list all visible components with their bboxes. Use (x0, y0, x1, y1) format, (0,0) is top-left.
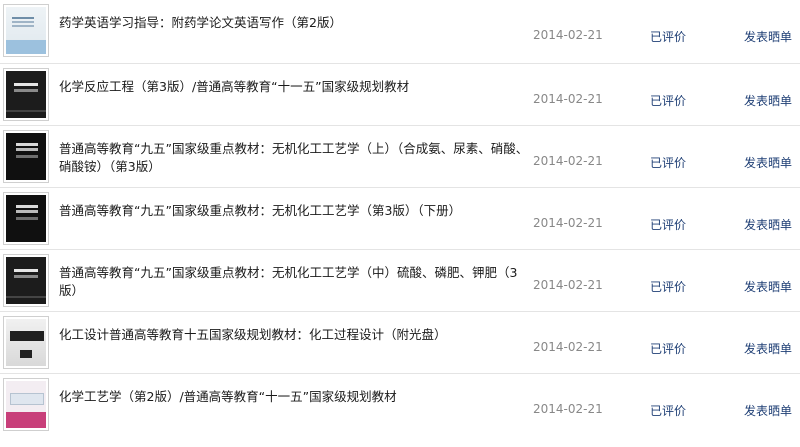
list-item: 普通高等教育“九五”国家级重点教材：无机化工工艺学（中）硫酸、磷肥、钾肥（3版）… (0, 250, 800, 312)
post-review-button[interactable]: 发表晒单 (744, 402, 792, 419)
order-date: 2014-02-21 (533, 28, 603, 42)
order-date: 2014-02-21 (533, 216, 603, 230)
post-review-button[interactable]: 发表晒单 (744, 28, 792, 45)
list-item: 普通高等教育“九五”国家级重点教材：无机化工工艺学（上）（合成氨、尿素、硝酸、硝… (0, 126, 800, 188)
order-date: 2014-02-21 (533, 154, 603, 168)
review-status: 已评价 (650, 218, 687, 232)
book-cover-icon[interactable] (3, 68, 49, 121)
review-status: 已评价 (650, 156, 687, 170)
order-date: 2014-02-21 (533, 402, 603, 416)
order-date: 2014-02-21 (533, 92, 603, 106)
book-title-link[interactable]: 普通高等教育“九五”国家级重点教材：无机化工工艺学（第3版）（下册） (59, 202, 529, 220)
book-cover-icon[interactable] (3, 192, 49, 245)
book-title-link[interactable]: 普通高等教育“九五”国家级重点教材：无机化工工艺学（中）硫酸、磷肥、钾肥（3版） (59, 264, 529, 300)
review-status: 已评价 (650, 404, 687, 418)
post-review-button[interactable]: 发表晒单 (744, 278, 792, 295)
book-cover-icon[interactable] (3, 378, 49, 431)
post-review-button[interactable]: 发表晒单 (744, 154, 792, 171)
review-status: 已评价 (650, 94, 687, 108)
list-item: 普通高等教育“九五”国家级重点教材：无机化工工艺学（第3版）（下册） 2014-… (0, 188, 800, 250)
book-cover-icon[interactable] (3, 4, 49, 57)
order-date: 2014-02-21 (533, 278, 603, 292)
post-review-button[interactable]: 发表晒单 (744, 340, 792, 357)
list-item: 化工设计普通高等教育十五国家级规划教材：化工过程设计（附光盘） 2014-02-… (0, 312, 800, 374)
book-title-link[interactable]: 化学反应工程（第3版）/普通高等教育“十一五”国家级规划教材 (59, 78, 529, 96)
book-title-link[interactable]: 化工设计普通高等教育十五国家级规划教材：化工过程设计（附光盘） (59, 326, 529, 344)
post-review-button[interactable]: 发表晒单 (744, 92, 792, 109)
list-item: 化学反应工程（第3版）/普通高等教育“十一五”国家级规划教材 2014-02-2… (0, 64, 800, 126)
book-title-link[interactable]: 药学英语学习指导：附药学论文英语写作（第2版） (59, 14, 529, 32)
list-item: 化学工艺学（第2版）/普通高等教育“十一五”国家级规划教材 2014-02-21… (0, 374, 800, 440)
review-status: 已评价 (650, 280, 687, 294)
order-list: 药学英语学习指导：附药学论文英语写作（第2版） 2014-02-21 已评价 发… (0, 0, 800, 440)
review-status: 已评价 (650, 30, 687, 44)
book-title-link[interactable]: 普通高等教育“九五”国家级重点教材：无机化工工艺学（上）（合成氨、尿素、硝酸、硝… (59, 140, 529, 176)
list-item: 药学英语学习指导：附药学论文英语写作（第2版） 2014-02-21 已评价 发… (0, 0, 800, 64)
order-date: 2014-02-21 (533, 340, 603, 354)
review-status: 已评价 (650, 342, 687, 356)
book-cover-icon[interactable] (3, 316, 49, 369)
book-title-link[interactable]: 化学工艺学（第2版）/普通高等教育“十一五”国家级规划教材 (59, 388, 529, 406)
post-review-button[interactable]: 发表晒单 (744, 216, 792, 233)
book-cover-icon[interactable] (3, 254, 49, 307)
book-cover-icon[interactable] (3, 130, 49, 183)
